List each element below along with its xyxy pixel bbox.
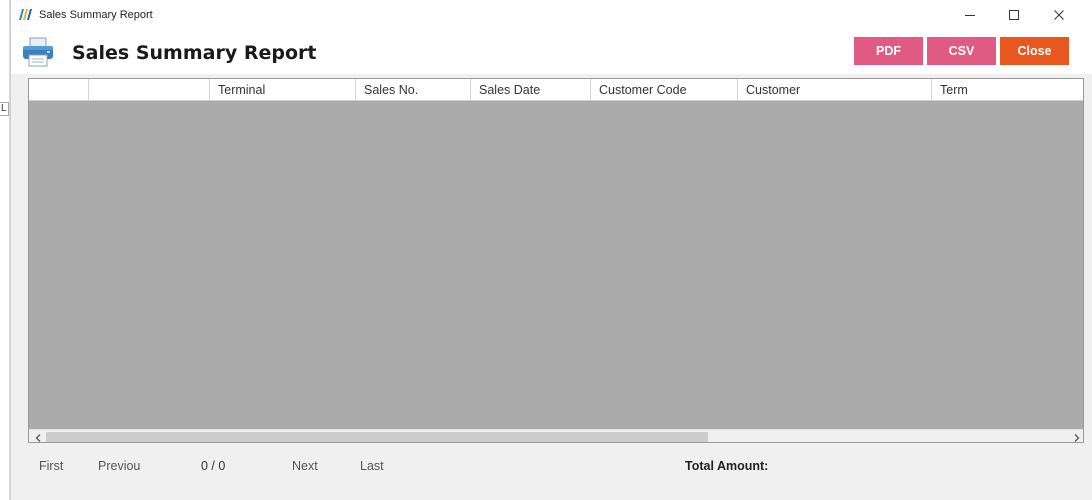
column-header-term[interactable]: Term — [932, 79, 1083, 101]
last-page-link[interactable]: Last — [360, 459, 384, 473]
column-header-customer-code[interactable]: Customer Code — [591, 79, 738, 101]
window-title: Sales Summary Report — [39, 9, 153, 21]
page-title: Sales Summary Report — [72, 42, 317, 64]
close-button[interactable]: Close — [1000, 37, 1069, 65]
column-header-select[interactable] — [29, 79, 89, 101]
printer-icon — [23, 37, 53, 67]
sales-grid[interactable]: Terminal Sales No. Sales Date Customer C… — [28, 78, 1084, 443]
app-icon — [19, 9, 32, 20]
column-header-customer[interactable]: Customer — [738, 79, 932, 101]
minimize-icon — [965, 15, 975, 16]
csv-button[interactable]: CSV — [927, 37, 996, 65]
total-amount-label: Total Amount: — [685, 459, 769, 473]
background-window-tag: L — [0, 102, 9, 116]
first-page-link[interactable]: First — [39, 459, 63, 473]
window-close-button[interactable] — [1037, 0, 1081, 30]
scroll-left-button[interactable] — [29, 430, 46, 442]
scroll-right-button[interactable] — [1068, 430, 1083, 442]
next-page-link[interactable]: Next — [292, 459, 318, 473]
title-bar[interactable]: Sales Summary Report — [11, 0, 1092, 30]
scrollbar-thumb[interactable] — [46, 432, 708, 442]
column-header-terminal[interactable]: Terminal — [210, 79, 356, 101]
grid-header: Terminal Sales No. Sales Date Customer C… — [29, 79, 1083, 101]
pdf-button[interactable]: PDF — [854, 37, 923, 65]
background-window-edge: L — [0, 0, 10, 500]
column-header-blank[interactable] — [89, 79, 210, 101]
pagination-footer: First Previou 0 / 0 Next Last Total Amou… — [11, 444, 1092, 488]
chevron-left-icon — [35, 433, 40, 442]
sales-summary-window: Sales Summary Report Sales Summary Repor… — [10, 0, 1092, 500]
page-count: 0 / 0 — [201, 459, 226, 473]
horizontal-scrollbar[interactable] — [29, 429, 1083, 442]
maximize-icon — [1009, 10, 1019, 20]
minimize-button[interactable] — [948, 0, 992, 30]
maximize-button[interactable] — [992, 0, 1036, 30]
previous-page-link[interactable]: Previou — [98, 459, 140, 473]
chevron-right-icon — [1074, 433, 1079, 442]
column-header-sales-no[interactable]: Sales No. — [356, 79, 471, 101]
close-icon — [1054, 10, 1064, 20]
column-header-sales-date[interactable]: Sales Date — [471, 79, 591, 101]
report-header: Sales Summary Report PDF CSV Close — [11, 30, 1092, 74]
